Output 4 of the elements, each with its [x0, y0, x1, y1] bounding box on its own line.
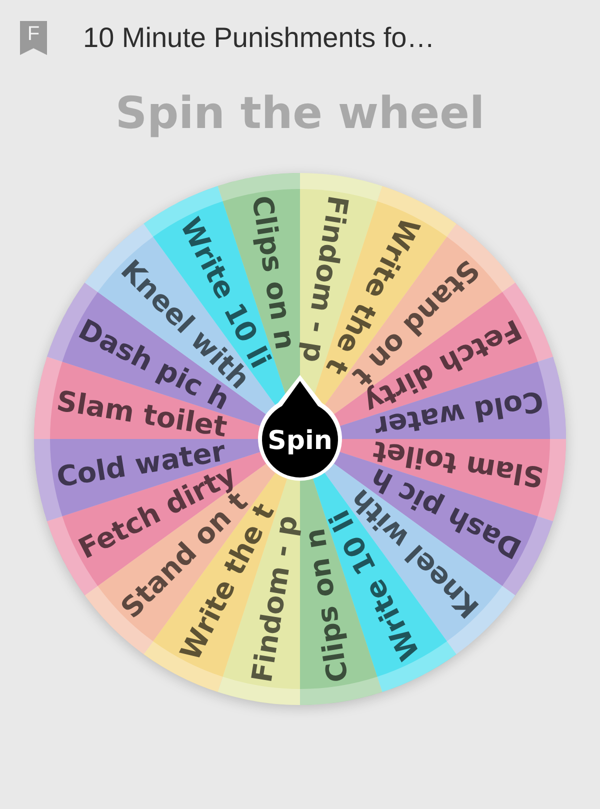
spin-button[interactable]: Spin	[258, 375, 342, 481]
page-title: 10 Minute Punishments fo…	[83, 22, 435, 54]
bookmark-icon: F	[20, 21, 47, 55]
heading: Spin the wheel	[115, 88, 485, 139]
